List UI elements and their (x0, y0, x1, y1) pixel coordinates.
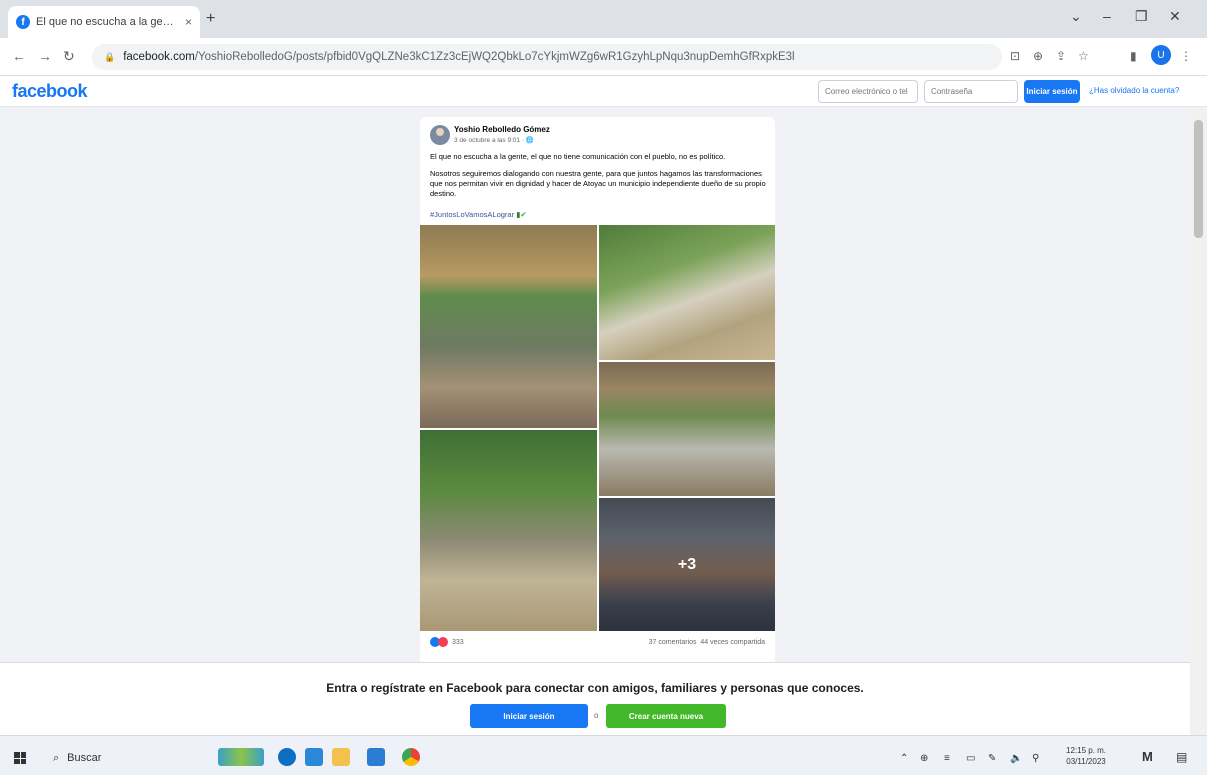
browser-tab-strip: f El que no escucha a la gente, el × + ⌄… (0, 0, 1207, 38)
browser-toolbar: ← → ↻ 🔒 facebook.com/YoshioRebolledoG/po… (0, 38, 1207, 76)
install-app-icon[interactable]: ⊡ (1010, 49, 1020, 63)
reaction-count: 333 (452, 638, 464, 646)
word-icon[interactable] (367, 748, 385, 766)
tab-title: El que no escucha a la gente, el (36, 16, 179, 28)
lock-icon: 🔒 (104, 51, 116, 62)
banner-or-label: o (594, 711, 599, 720)
menu-kebab-icon[interactable]: ⋮ (1180, 49, 1192, 63)
forward-icon[interactable]: → (38, 48, 52, 64)
edge-browser-icon[interactable] (278, 748, 296, 766)
hashtag-link[interactable]: #JuntosLoVamosALograr (430, 210, 514, 219)
post-photo-1[interactable] (420, 225, 597, 428)
zoom-icon[interactable]: ⊕ (1033, 49, 1043, 63)
taskbar-clock[interactable]: 12:15 p. m. 03/11/2023 (1066, 745, 1106, 767)
post-photo-4[interactable] (420, 430, 597, 631)
notifications-icon[interactable]: ▤ (1176, 750, 1187, 764)
post-photo-2[interactable] (599, 225, 775, 360)
globe-icon: 🌐 (525, 137, 534, 144)
clock-time: 12:15 p. m. (1066, 746, 1107, 755)
url-domain: facebook.com (123, 51, 195, 63)
tray-app-icon[interactable]: ⊕ (920, 753, 928, 764)
tray-chevron-icon[interactable]: ⌃ (900, 753, 908, 764)
post-text-line2: Nosotros seguiremos dialogando con nuest… (430, 169, 766, 198)
post-photo-5[interactable]: +3 (599, 498, 775, 631)
address-bar[interactable]: 🔒 facebook.com/YoshioRebolledoG/posts/pf… (92, 44, 1002, 70)
gmail-icon[interactable]: M (1142, 749, 1153, 764)
forgot-account-link[interactable]: ¿Has olvidado la cuenta? (1089, 86, 1179, 95)
side-panel-icon[interactable]: ▮ (1130, 49, 1137, 63)
comments-count[interactable]: 37 comentarios (649, 639, 697, 646)
back-icon[interactable]: ← (12, 48, 26, 64)
post-text-line1: El que no escucha a la gente, el que no … (430, 152, 726, 161)
search-icon: ⌕ (53, 752, 60, 764)
minimize-icon[interactable]: – (1103, 8, 1111, 24)
login-button[interactable]: Iniciar sesión (1024, 80, 1080, 103)
create-account-button[interactable]: Crear cuenta nueva (606, 704, 726, 728)
post-author[interactable]: Yoshio Rebolledo Gómez (454, 125, 550, 134)
tray-network-icon[interactable]: ≡ (944, 753, 950, 764)
share-icon[interactable]: ⇪ (1056, 49, 1066, 63)
bookmark-star-icon[interactable]: ☆ (1078, 49, 1089, 63)
facebook-logo[interactable]: facebook (12, 81, 88, 102)
shares-count[interactable]: 44 veces compartida (700, 639, 765, 646)
check-emoji-icon: ✔ (520, 210, 527, 219)
chrome-icon[interactable] (402, 748, 420, 766)
post-card: Yoshio Rebolledo Gómez 3 de octubre a la… (420, 117, 775, 665)
love-reaction-icon (438, 637, 448, 647)
tray-pen-icon[interactable]: ✎ (988, 753, 996, 764)
browser-tab[interactable]: f El que no escucha a la gente, el × (8, 6, 200, 38)
store-icon[interactable] (305, 748, 323, 766)
post-hashtag[interactable]: #JuntosLoVamosALograr ▮✔ (430, 210, 527, 219)
post-date: 3 de octubre a las 9:01 · (454, 137, 526, 144)
post-stats: 37 comentarios 44 veces compartida (649, 639, 765, 646)
reload-icon[interactable]: ↻ (63, 48, 75, 65)
windows-taskbar: ⌕ Buscar ⌃ ⊕ ≡ ▭ ✎ 🔈 ⚲ 12:15 p. m. 03/11/… (0, 735, 1207, 775)
reactions-summary[interactable]: 333 (430, 637, 464, 647)
taskbar-search[interactable]: ⌕ Buscar (53, 752, 101, 765)
taskbar-search-label: Buscar (67, 752, 102, 764)
author-avatar[interactable] (430, 125, 450, 145)
url-path: /YoshioRebolledoG/posts/pfbid0VgQLZNe3kC… (194, 51, 795, 63)
post-meta[interactable]: 3 de octubre a las 9:01 · 🌐 (454, 136, 534, 144)
windows-start-icon[interactable] (14, 752, 26, 764)
clock-date: 03/11/2023 (1066, 757, 1106, 766)
new-tab-button[interactable]: + (206, 10, 215, 28)
more-photos-overlay[interactable]: +3 (599, 498, 775, 631)
banner-text: Entra o regístrate en Facebook para cone… (326, 681, 864, 695)
scrollbar-thumb[interactable] (1194, 120, 1203, 238)
post-photo-3[interactable] (599, 362, 775, 496)
password-field[interactable] (924, 80, 1018, 103)
email-field[interactable] (818, 80, 918, 103)
banner-login-button[interactable]: Iniciar sesión (470, 704, 588, 728)
volume-icon[interactable]: 🔈 (1010, 753, 1022, 764)
login-banner: Entra o regístrate en Facebook para cone… (0, 662, 1190, 735)
facebook-header: facebook Iniciar sesión ¿Has olvidado la… (0, 77, 1207, 107)
widgets-icon[interactable] (218, 748, 264, 766)
tray-meet-icon[interactable]: ▭ (966, 753, 975, 764)
tab-close-icon[interactable]: × (185, 15, 192, 29)
profile-avatar[interactable]: U (1151, 45, 1171, 65)
facebook-favicon-icon: f (16, 15, 30, 29)
restore-icon[interactable]: ❐ (1135, 8, 1148, 25)
file-explorer-icon[interactable] (332, 748, 350, 766)
close-window-icon[interactable]: ✕ (1169, 8, 1181, 25)
tab-search-icon[interactable]: ⌄ (1070, 8, 1082, 25)
tray-misc-icon[interactable]: ⚲ (1032, 753, 1039, 764)
photo-grid: +3 (420, 225, 775, 631)
